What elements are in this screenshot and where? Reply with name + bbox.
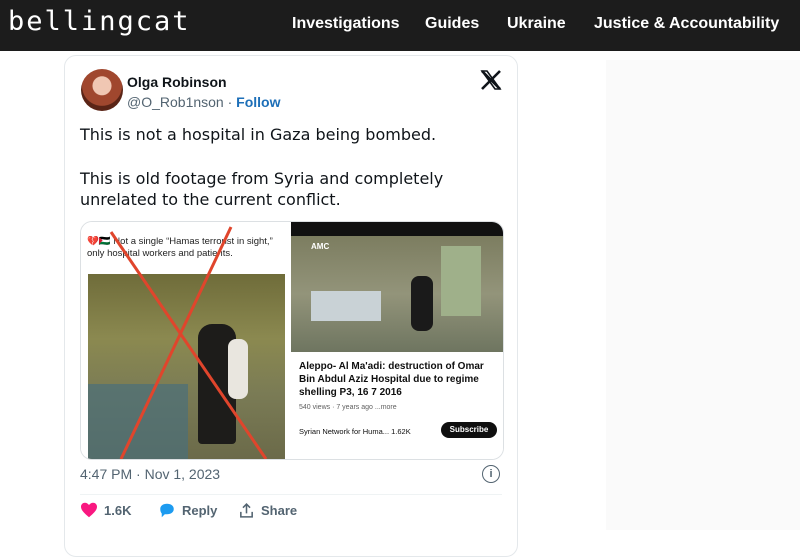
- subscribe-button: Subscribe: [441, 422, 497, 438]
- nav-item-justice[interactable]: Justice & Accountability: [594, 15, 779, 33]
- nav-item-investigations[interactable]: Investigations: [292, 15, 400, 33]
- tweet-text-line: unrelated to the current conflict.: [80, 190, 341, 209]
- tweet-timestamp[interactable]: 4:47 PM · Nov 1, 2023: [80, 466, 220, 482]
- youtube-header: [291, 222, 503, 236]
- author-handle-row: @O_Rob1nson · Follow: [127, 94, 281, 110]
- reply-button[interactable]: Reply: [158, 502, 217, 519]
- reply-icon: [160, 503, 174, 518]
- tweet-media[interactable]: 💔🇵🇸 Not a single “Hamas terrorist in sig…: [80, 221, 504, 460]
- info-icon[interactable]: i: [482, 465, 500, 483]
- video-overlay-text: AMC: [311, 242, 330, 251]
- youtube-screenshot: AMC Aleppo- Al Ma'adi: destruction of Om…: [291, 222, 503, 459]
- nav-item-guides[interactable]: Guides: [425, 15, 479, 33]
- reply-label: Reply: [182, 503, 218, 518]
- embedded-tweet: Olga Robinson @O_Rob1nson · Follow This …: [64, 55, 518, 557]
- heart-icon: [81, 502, 97, 518]
- share-label: Share: [261, 503, 298, 518]
- red-cross-mark: [109, 226, 268, 459]
- x-logo-icon[interactable]: [479, 68, 503, 92]
- tweet-text-line: This is not a hospital in Gaza being bom…: [80, 125, 437, 144]
- follow-button[interactable]: Follow: [236, 94, 280, 110]
- tweet-text-line: This is old footage from Syria and compl…: [80, 169, 444, 188]
- like-button[interactable]: 1.6K: [80, 502, 131, 518]
- top-nav-bar: bellingcat Investigations Guides Ukraine…: [0, 0, 800, 51]
- share-button[interactable]: Share: [238, 502, 297, 519]
- divider: [80, 494, 502, 495]
- video-title: Aleppo- Al Ma'adi: destruction of Omar B…: [299, 361, 484, 398]
- handle-separator: ·: [227, 94, 233, 110]
- screenshot-left: 💔🇵🇸 Not a single “Hamas terrorist in sig…: [81, 222, 291, 459]
- site-logo[interactable]: bellingcat: [8, 6, 191, 37]
- nav-item-ukraine[interactable]: Ukraine: [507, 15, 566, 33]
- video-meta: 540 views · 7 years ago ...more: [299, 404, 397, 411]
- page-sidebar-area: [606, 60, 800, 530]
- share-icon: [240, 503, 253, 518]
- channel-name: Syrian Network for Huma... 1.62K: [299, 427, 411, 436]
- like-count: 1.6K: [104, 502, 132, 518]
- author-handle[interactable]: @O_Rob1nson: [127, 94, 224, 110]
- video-frame: AMC: [291, 236, 503, 352]
- author-name[interactable]: Olga Robinson: [127, 74, 227, 90]
- avatar[interactable]: [81, 69, 123, 111]
